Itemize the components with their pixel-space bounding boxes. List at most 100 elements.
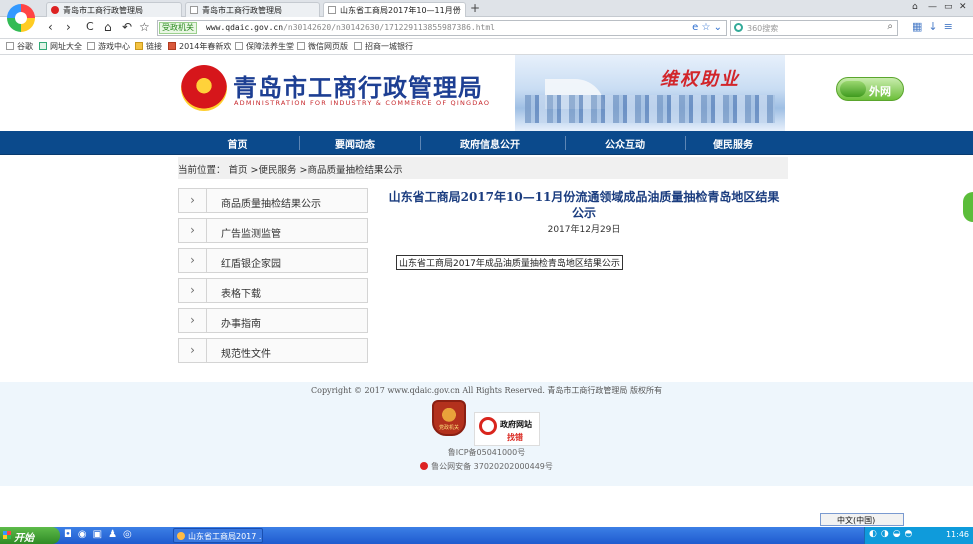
magnifier-icon xyxy=(479,417,497,435)
icp-record[interactable]: 鲁ICP备05041000号 xyxy=(0,447,973,458)
breadcrumb: 当前位置： 首页 >便民服务 >商品质量抽检结果公示 xyxy=(178,157,788,179)
party-gov-badge-icon[interactable]: 党政机关 xyxy=(432,400,466,436)
browser-logo-icon[interactable] xyxy=(7,4,35,32)
page-favicon-icon xyxy=(190,6,198,14)
nav-divider xyxy=(420,136,421,150)
clock[interactable]: 11:46 xyxy=(946,530,969,539)
sidebar-item-regulations[interactable]: › 规范性文件 xyxy=(178,338,368,363)
copyright-text: Copyright © 2017 www.qdaic.gov.cn All Ri… xyxy=(311,386,662,395)
bookmark-item[interactable]: 招商一城银行 xyxy=(354,41,413,52)
tab-qingdao-aic-2[interactable]: 青岛市工商行政管理局 xyxy=(185,2,320,17)
breadcrumb-services[interactable]: >便民服务 xyxy=(251,165,297,176)
chevron-right-icon: › xyxy=(179,189,207,212)
site-title[interactable]: 青岛市工商行政管理局 xyxy=(233,68,483,103)
toolbar-extension-icons[interactable]: ▦↓≡ xyxy=(912,20,959,33)
sidebar-menu: › 商品质量抽检结果公示 › 广告监测监管 › 红盾银企家园 › 表格下载 › … xyxy=(178,188,368,368)
sidebar-item-quality-inspection[interactable]: › 商品质量抽检结果公示 xyxy=(178,188,368,213)
restore-icon[interactable]: ▭ xyxy=(944,2,953,12)
home-button[interactable]: ⌂ xyxy=(104,20,112,34)
bookmark-item[interactable]: 2014年春新欢 xyxy=(168,41,231,52)
tab-qingdao-aic-1[interactable]: 青岛市工商行政管理局 xyxy=(46,2,182,17)
address-bar-icons[interactable]: e ☆ ⌄ xyxy=(692,22,722,33)
browser-tab-bar: 青岛市工商行政管理局 青岛市工商行政管理局 山东省工商局2017年10—11月份… xyxy=(0,0,973,32)
chevron-right-icon: › xyxy=(179,309,207,332)
skin-icon[interactable]: ⌂ xyxy=(912,2,918,12)
forward-button[interactable]: › xyxy=(66,20,71,34)
article-title: 山东省工商局2017年10—11月份流通领域成品油质量抽检青岛地区结果公示 xyxy=(388,190,780,220)
breadcrumb-current[interactable]: >商品质量抽检结果公示 xyxy=(300,165,403,176)
bookmark-icon xyxy=(168,42,176,50)
bookmark-icon xyxy=(6,42,14,50)
game-controller-icon xyxy=(87,42,95,50)
sidebar-item-form-download[interactable]: › 表格下载 xyxy=(178,278,368,303)
web-page: 青岛市工商行政管理局 ADMINISTRATION FOR INDUSTRY &… xyxy=(0,55,973,527)
gov-site-error-report-badge[interactable]: 政府网站 找错 xyxy=(474,412,540,446)
emblem-favicon-icon xyxy=(51,6,59,14)
nav-divider xyxy=(299,136,300,150)
nav-news[interactable]: 要闻动态 xyxy=(315,136,395,151)
bookmark-item[interactable]: 游戏中心 xyxy=(87,41,130,52)
article-attachment-link[interactable]: 山东省工商局2017年成品油质量抽检青岛地区结果公示 xyxy=(396,255,623,270)
browser-toolbar: ‹ › C ⌂ ↶ ☆ 受政机关 www.qdaic.gov.cn/n30142… xyxy=(0,17,973,39)
undo-close-button[interactable]: ↶ xyxy=(122,20,132,34)
tab-article[interactable]: 山东省工商局2017年10—11月份 × xyxy=(323,2,466,17)
main-navigation: 首页 要闻动态 政府信息公开 公众互动 便民服务 xyxy=(0,131,973,155)
sidebar-item-red-shield[interactable]: › 红盾银企家园 xyxy=(178,248,368,273)
police-emblem-icon xyxy=(420,462,429,470)
breadcrumb-home[interactable]: 首页 xyxy=(229,165,248,176)
gov-verify-badge[interactable]: 受政机关 xyxy=(159,22,197,34)
bookmark-item[interactable]: 微信网页版 xyxy=(297,41,348,52)
nav-divider xyxy=(565,136,566,150)
national-emblem-icon xyxy=(181,65,227,111)
breadcrumb-prefix: 当前位置： xyxy=(178,165,226,176)
nav-gov-info[interactable]: 政府信息公开 xyxy=(440,136,540,151)
bookmark-item[interactable]: 网址大全 xyxy=(39,41,82,52)
bookmark-item[interactable]: 谷歌 xyxy=(6,41,33,52)
nav-divider xyxy=(685,136,686,150)
site-subtitle: ADMINISTRATION FOR INDUSTRY & COMMERCE O… xyxy=(234,99,491,107)
banner-slogan: 维权助业 xyxy=(660,69,740,90)
chevron-right-icon: › xyxy=(179,339,207,362)
favorite-star-icon[interactable]: ☆ xyxy=(139,20,150,34)
sidebar-item-guide[interactable]: › 办事指南 xyxy=(178,308,368,333)
start-button[interactable]: 开始 xyxy=(0,527,60,544)
header-banner: 维权助业 xyxy=(515,55,785,131)
site-footer: Copyright © 2017 www.qdaic.gov.cn All Ri… xyxy=(0,382,973,486)
back-button[interactable]: ‹ xyxy=(48,20,53,34)
chevron-right-icon: › xyxy=(179,219,207,242)
bookmark-item[interactable]: 链接 xyxy=(135,41,162,52)
close-tab-icon[interactable]: × xyxy=(454,4,461,13)
city-skyline-graphic xyxy=(525,95,775,123)
page-icon xyxy=(235,42,243,50)
minimize-icon[interactable]: — xyxy=(928,2,937,12)
reload-button[interactable]: C xyxy=(86,20,94,34)
quick-launch-icons[interactable]: ◘◉▣♟◎ xyxy=(64,529,138,540)
nav-home[interactable]: 首页 xyxy=(195,136,280,151)
search-box[interactable]: 360搜索 ⌕ xyxy=(730,20,898,36)
bookmarks-bar: 谷歌 网址大全 游戏中心 链接 2014年春新欢 保障法养生堂 微信网页版 招商… xyxy=(0,39,973,55)
nav-services[interactable]: 便民服务 xyxy=(693,136,773,151)
nav-interaction[interactable]: 公众互动 xyxy=(585,136,665,151)
police-record[interactable]: 鲁公网安备 37020202000449号 xyxy=(0,461,973,472)
taskbar-browser-task[interactable]: 山东省工商局2017 ... xyxy=(173,528,263,543)
extranet-button[interactable]: 外网 xyxy=(836,77,904,101)
url-text[interactable]: www.qdaic.gov.cn/n30142620/n30142630/171… xyxy=(206,23,495,32)
360-search-icon xyxy=(734,23,743,32)
chevron-right-icon: › xyxy=(179,249,207,272)
bookmark-icon xyxy=(39,42,47,50)
floating-widget-icon[interactable] xyxy=(963,192,973,222)
tray-icons[interactable]: ◐◑◒◓ xyxy=(869,529,916,539)
ime-language-bar[interactable]: 中文(中国) xyxy=(820,513,904,526)
toggle-knob-icon xyxy=(840,81,866,97)
search-icon[interactable]: ⌕ xyxy=(887,21,893,32)
sidebar-item-ad-monitoring[interactable]: › 广告监测监管 xyxy=(178,218,368,243)
chevron-right-icon: › xyxy=(179,279,207,302)
bookmark-item[interactable]: 保障法养生堂 xyxy=(235,41,294,52)
article-date: 2017年12月29日 xyxy=(547,225,621,235)
page-favicon-icon xyxy=(328,6,336,14)
new-tab-button[interactable]: + xyxy=(470,1,480,15)
address-bar[interactable]: 受政机关 www.qdaic.gov.cn/n30142620/n3014263… xyxy=(157,20,727,36)
site-header: 青岛市工商行政管理局 ADMINISTRATION FOR INDUSTRY &… xyxy=(0,55,973,131)
page-icon xyxy=(354,42,362,50)
close-window-icon[interactable]: ✕ xyxy=(959,2,967,12)
